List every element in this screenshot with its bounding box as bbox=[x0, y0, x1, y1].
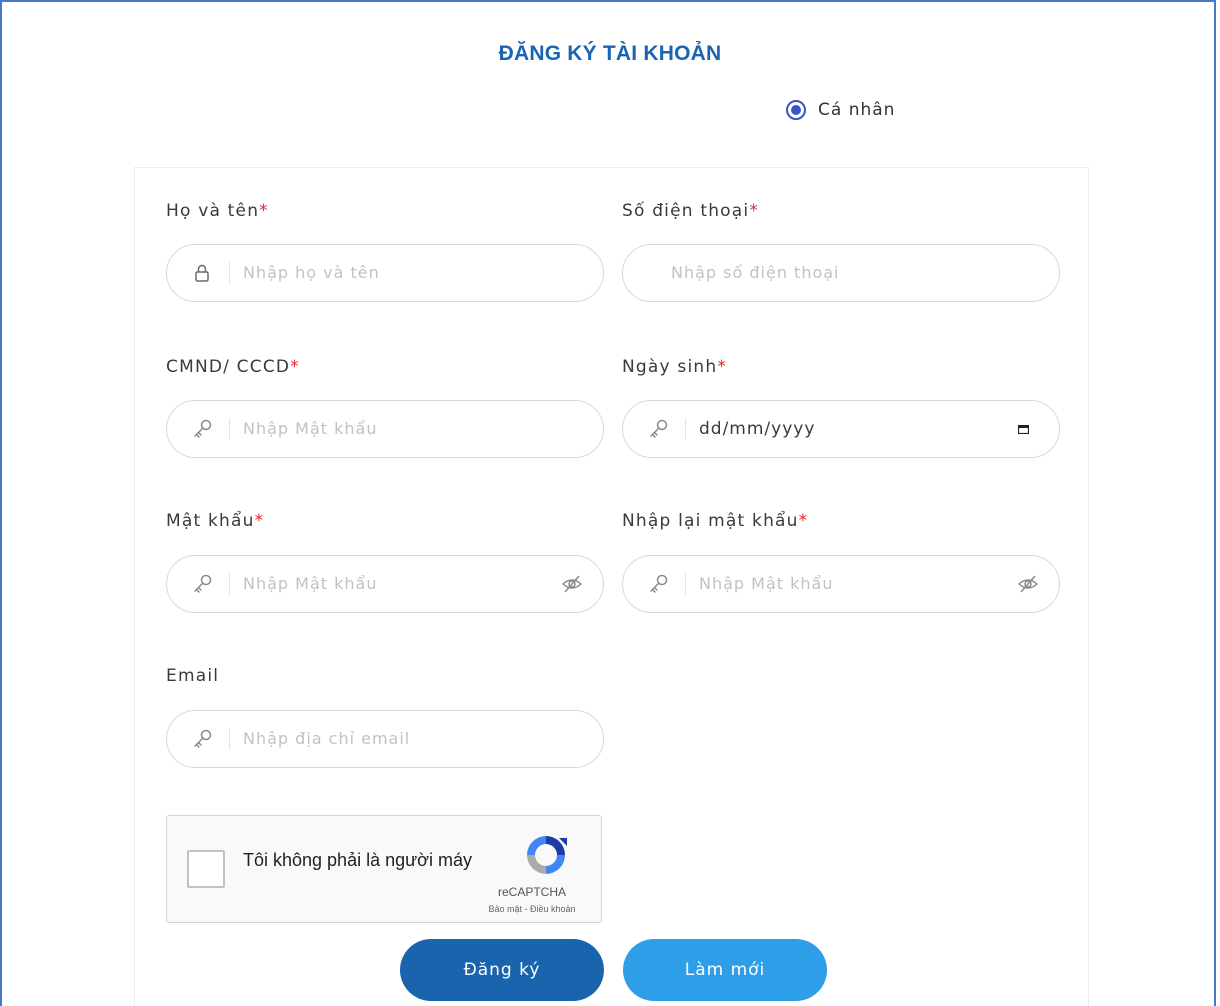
page-title: ĐĂNG KÝ TÀI KHOẢN bbox=[498, 42, 722, 65]
recaptcha-checkbox[interactable] bbox=[187, 850, 225, 888]
calendar-icon[interactable] bbox=[1018, 425, 1029, 434]
birthday-value: dd/mm/yyyy bbox=[699, 419, 816, 439]
phone-input[interactable]: Nhập số điện thoại bbox=[622, 244, 1060, 302]
email-label: Email bbox=[166, 666, 220, 686]
lock-icon bbox=[195, 264, 209, 282]
phone-placeholder: Nhập số điện thoại bbox=[671, 263, 840, 282]
id-number-label: CMND/ CCCD* bbox=[166, 357, 300, 377]
recaptcha-links[interactable]: Bảo mật - Điều khoản bbox=[467, 904, 597, 914]
key-icon bbox=[194, 419, 212, 438]
password-input[interactable]: Nhập Mật khẩu bbox=[166, 555, 604, 613]
recaptcha-brand: reCAPTCHA bbox=[497, 885, 566, 899]
account-type-personal-radio[interactable]: Cá nhân bbox=[786, 100, 895, 120]
confirm-password-placeholder: Nhập Mật khẩu bbox=[699, 574, 834, 593]
key-icon bbox=[194, 729, 212, 748]
email-input[interactable]: Nhập địa chỉ email bbox=[166, 710, 604, 768]
id-number-input[interactable]: Nhập Mật khẩu bbox=[166, 400, 604, 458]
eye-slash-icon[interactable] bbox=[561, 573, 583, 595]
radio-selected-icon[interactable] bbox=[786, 100, 806, 120]
confirm-password-input[interactable]: Nhập Mật khẩu bbox=[622, 555, 1060, 613]
eye-slash-icon[interactable] bbox=[1017, 573, 1039, 595]
full-name-input[interactable]: Nhập họ và tên bbox=[166, 244, 604, 302]
radio-label: Cá nhân bbox=[818, 100, 896, 120]
recaptcha-widget: Tôi không phải là người máy reCAPTCHA Bả… bbox=[166, 815, 602, 923]
reset-button[interactable]: Làm mới bbox=[623, 939, 827, 1001]
recaptcha-label: Tôi không phải là người máy bbox=[243, 850, 472, 870]
password-label: Mật khẩu* bbox=[166, 511, 265, 531]
birthday-label: Ngày sinh* bbox=[622, 357, 728, 377]
register-button[interactable]: Đăng ký bbox=[400, 939, 604, 1001]
id-number-placeholder: Nhập Mật khẩu bbox=[243, 419, 378, 438]
email-placeholder: Nhập địa chỉ email bbox=[243, 729, 411, 748]
phone-label: Số điện thoại* bbox=[622, 201, 760, 221]
recaptcha-logo-icon bbox=[527, 836, 567, 874]
password-placeholder: Nhập Mật khẩu bbox=[243, 574, 378, 593]
key-icon bbox=[650, 574, 668, 593]
birthday-input[interactable]: dd/mm/yyyy bbox=[622, 400, 1060, 458]
key-icon bbox=[650, 419, 668, 438]
confirm-password-label: Nhập lại mật khẩu* bbox=[622, 511, 809, 531]
full-name-label: Họ và tên* bbox=[166, 201, 269, 221]
key-icon bbox=[194, 574, 212, 593]
full-name-placeholder: Nhập họ và tên bbox=[243, 263, 380, 282]
